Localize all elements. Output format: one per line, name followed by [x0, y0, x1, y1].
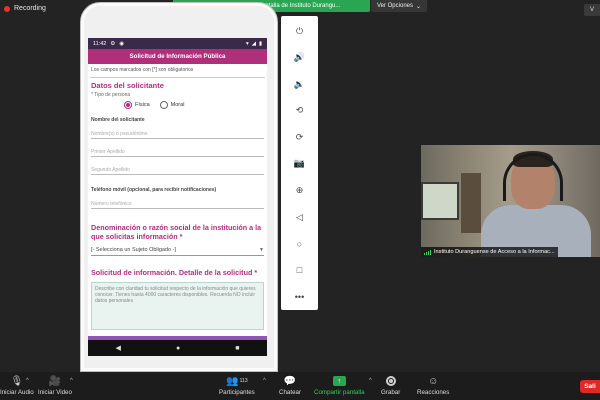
person-type-radio-group: Física Moral — [88, 99, 267, 113]
radio-moral[interactable]: Moral — [159, 101, 185, 109]
person-type-label: * Tipo de persona — [91, 92, 131, 98]
start-audio-label: Iniciar Audio — [0, 389, 34, 396]
back-icon[interactable]: ◁ — [293, 210, 307, 224]
view-options-button[interactable]: Ver Opciones ⌄ — [371, 0, 427, 12]
view-options-label: Ver Opciones — [376, 3, 413, 9]
reactions-icon: ☺ — [428, 375, 439, 387]
recording-indicator: Recording — [4, 5, 46, 12]
share-screen-label: Compartir pantalla — [314, 389, 365, 396]
participants-label: Participantes — [219, 389, 255, 396]
phone-screen: 11:42 ⚙ ◉ ▾ ◢ ▮ Solicitud de Información… — [88, 38, 267, 356]
dropdown-caret-icon: ▼ — [259, 247, 264, 253]
participants-caret-icon[interactable]: ^ — [263, 378, 266, 384]
phone-number-input[interactable]: Número telefónico — [91, 199, 264, 209]
microphone-muted-icon: 🎙 — [10, 375, 24, 387]
power-icon[interactable]: ⏻ — [293, 24, 307, 38]
participant-name: Instituto Duranguense de Acceso a la Inf… — [434, 249, 555, 255]
applicant-name-label: Nombre del solicitante — [91, 117, 145, 123]
request-textarea[interactable]: Describe con claridad tu solicitud respe… — [91, 282, 264, 330]
participant-name-label: Instituto Duranguense de Acceso a la Inf… — [421, 247, 558, 257]
reactions-button[interactable]: ☺ Reacciones — [417, 375, 450, 397]
record-icon-wrap — [385, 375, 396, 387]
radio-moral-label: Moral — [170, 102, 185, 108]
meeting-toolbar: 🎙 Iniciar Audio ^ 🎥 Iniciar Video ^ 👥 113… — [0, 372, 600, 400]
chat-label: Chatear — [279, 389, 302, 396]
settings-icon: ⚙ — [110, 40, 116, 47]
recording-dot-icon — [4, 5, 10, 12]
start-video-button[interactable]: 🎥 Iniciar Video — [38, 375, 72, 397]
chevron-down-icon: ⌄ — [416, 3, 422, 10]
institution-select[interactable]: [- Selecciona un Sujeto Obligado -] ▼ — [91, 245, 264, 256]
participants-count: 113 — [239, 378, 248, 384]
phone-number-label: Teléfono móvil (opcional, para recibir n… — [91, 187, 217, 193]
zoom-meeting-window: Recording Usted está viendo la pantalla … — [0, 0, 600, 400]
second-surname-input[interactable]: Segundo Apellido — [91, 165, 264, 175]
radio-fisica[interactable]: Física — [124, 101, 150, 109]
nav-home-icon[interactable]: ● — [176, 345, 180, 352]
zoom-icon[interactable]: ⊕ — [293, 184, 307, 198]
emulator-toolbar: ⏻ 🔊 🔉 ⟲ ⟳ 📷 ⊕ ◁ ○ □ ••• — [281, 16, 318, 310]
video-window-detail — [421, 182, 459, 220]
status-time: 11:42 — [93, 40, 107, 47]
chat-icon: 💬 — [283, 375, 297, 387]
section-title-request: Solicitud de información. Detalle de la … — [91, 268, 258, 277]
signal-strength-icon — [424, 249, 431, 255]
notification-icon: ◉ — [119, 40, 125, 47]
video-off-icon: 🎥 — [48, 375, 62, 387]
view-toggle-button[interactable]: V — [584, 4, 600, 16]
participants-button[interactable]: 👥 113 Participantes — [219, 375, 255, 397]
video-options-caret-icon[interactable]: ^ — [70, 378, 73, 384]
share-screen-button[interactable]: ↑ Compartir pantalla — [314, 375, 365, 396]
participants-icon: 👥 113 — [226, 375, 248, 387]
volume-down-icon[interactable]: 🔉 — [293, 77, 307, 91]
chat-button[interactable]: 💬 Chatear — [279, 375, 302, 397]
radio-unchecked-icon — [159, 101, 168, 109]
camera-icon[interactable]: 📷 — [293, 157, 307, 171]
record-label: Grabar — [381, 389, 401, 396]
rotate-right-icon[interactable]: ⟳ — [293, 130, 307, 144]
section-title-applicant: Datos del solicitante — [91, 81, 164, 90]
overview-icon[interactable]: □ — [293, 263, 307, 277]
wifi-icon: ▾ — [245, 40, 249, 47]
record-button[interactable]: Grabar — [381, 375, 400, 396]
audio-options-caret-icon[interactable]: ^ — [26, 378, 29, 384]
share-screen-icon: ↑ — [332, 376, 346, 386]
video-shelf-detail — [461, 173, 481, 233]
home-icon[interactable]: ○ — [293, 237, 307, 251]
nav-back-icon[interactable]: ◀ — [116, 344, 121, 352]
radio-checked-icon — [124, 101, 132, 109]
android-nav-bar: ◀ ● ■ — [88, 340, 267, 356]
share-options-caret-icon[interactable]: ^ — [369, 378, 372, 384]
start-video-label: Iniciar Video — [38, 389, 72, 396]
reactions-label: Reacciones — [417, 389, 450, 396]
recording-label: Recording — [14, 5, 46, 12]
required-fields-note: Los campos marcados con [*] son obligato… — [91, 67, 194, 73]
signal-icon: ◢ — [251, 40, 256, 47]
participant-video-tile[interactable]: Instituto Duranguense de Acceso a la Inf… — [421, 145, 600, 257]
radio-fisica-label: Física — [135, 102, 150, 108]
nav-recent-icon[interactable]: ■ — [235, 345, 239, 352]
more-icon[interactable]: ••• — [293, 290, 307, 304]
battery-icon: ▮ — [258, 40, 262, 47]
record-icon — [385, 376, 396, 386]
section-title-institution: Denominación o razón social de la instit… — [91, 223, 262, 241]
app-title: Solicitud de Información Pública — [88, 49, 267, 64]
institution-select-value: [- Selecciona un Sujeto Obligado -] — [91, 247, 176, 253]
names-input[interactable]: Nombre(s) o pseudónimo — [91, 129, 264, 139]
leave-button[interactable]: Sali — [580, 380, 600, 393]
android-status-bar: 11:42 ⚙ ◉ ▾ ◢ ▮ — [88, 38, 267, 49]
rotate-left-icon[interactable]: ⟲ — [293, 104, 307, 118]
first-surname-input[interactable]: Primer Apellido — [91, 147, 264, 157]
volume-up-icon[interactable]: 🔊 — [293, 51, 307, 65]
share-screen-icon-wrap: ↑ — [332, 375, 346, 387]
